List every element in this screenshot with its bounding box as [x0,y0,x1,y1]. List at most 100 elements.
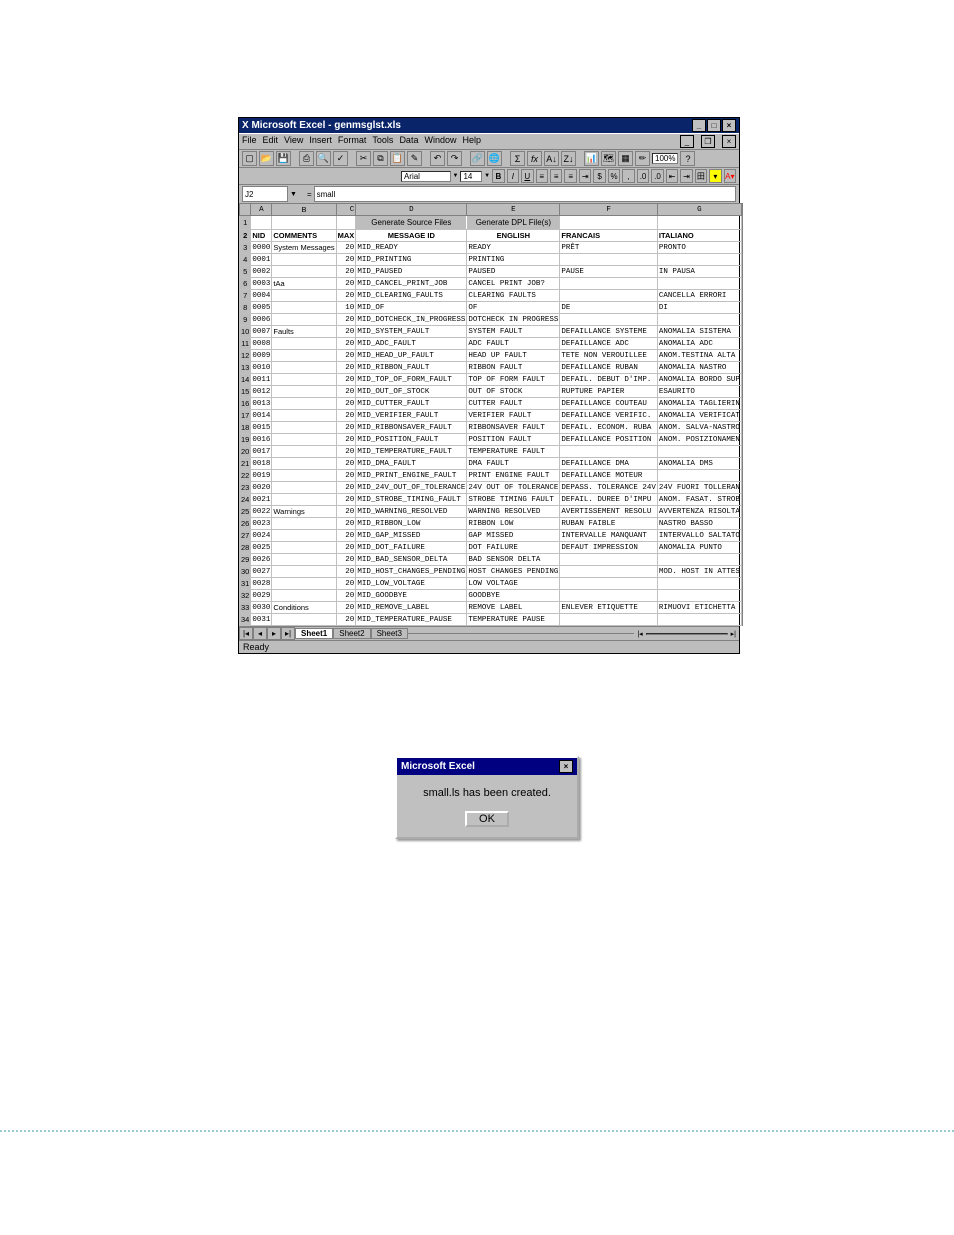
cell[interactable]: MID_TOP_OF_FORM_FAULT [356,374,467,386]
cell[interactable]: RIBBON LOW [467,518,560,530]
doc-restore-icon[interactable]: ❐ [701,135,715,148]
cell[interactable] [272,254,336,266]
generate-source-button[interactable]: Generate Source Files [356,216,467,230]
cell[interactable] [657,446,741,458]
cell[interactable]: 0026 [251,554,272,566]
cell[interactable]: 24V OUT OF TOLERANCE [467,482,560,494]
cell[interactable] [272,470,336,482]
cell[interactable]: ESAURITO [657,386,741,398]
cell[interactable]: RIMUOVI ETICHETTA [657,602,741,614]
cell[interactable]: RUBAN FAIBLE [560,518,658,530]
cell[interactable]: ANOM. FASAT. STROB [657,494,741,506]
align-center-icon[interactable]: ≡ [550,169,562,183]
cell[interactable] [657,578,741,590]
cell[interactable]: BAD SENSOR DELTA [467,554,560,566]
cell[interactable] [272,518,336,530]
cell[interactable]: PAUSED [467,266,560,278]
cell[interactable] [272,494,336,506]
cell[interactable]: TEMPERATURE PAUSE [467,614,560,626]
cell[interactable]: 0027 [251,566,272,578]
redo-icon[interactable]: ↷ [447,151,462,166]
tab-next-icon[interactable]: ▸ [267,627,281,640]
cell[interactable] [560,278,658,290]
hscroll-left-icon[interactable]: |◂ [634,630,645,638]
cell[interactable] [657,470,741,482]
cell[interactable]: 0010 [251,362,272,374]
cell[interactable]: 20 [336,410,356,422]
cell[interactable]: 20 [336,314,356,326]
cell[interactable]: MID_24V_OUT_OF_TOLERANCE [356,482,467,494]
row-header[interactable]: 9 [240,314,251,326]
spreadsheet-grid[interactable]: A B C D E F G 1 Generate Source Files Ge… [239,203,739,626]
cell[interactable]: 20 [336,338,356,350]
cell[interactable]: DEFAUT IMPRESSION [560,542,658,554]
cell[interactable]: 20 [336,554,356,566]
align-right-icon[interactable]: ≡ [564,169,576,183]
cell[interactable]: ENLEVER ETIQUETTE [560,602,658,614]
cell[interactable]: 0020 [251,482,272,494]
cell[interactable]: MID_HOST_CHANGES_PENDING [356,566,467,578]
cell[interactable] [272,614,336,626]
cell[interactable]: MID_DMA_FAULT [356,458,467,470]
sort-asc-icon[interactable]: A↓ [544,151,559,166]
cell[interactable]: 20 [336,386,356,398]
cell[interactable] [560,314,658,326]
cell[interactable]: 20 [336,578,356,590]
cell[interactable]: MID_CUTTER_FAULT [356,398,467,410]
cell[interactable]: AVVERTENZA RISOLTA [657,506,741,518]
doc-close-icon[interactable]: × [722,135,736,148]
cell[interactable]: WARNING RESOLVED [467,506,560,518]
cell[interactable]: 20 [336,374,356,386]
cell[interactable]: OF [467,302,560,314]
row-header[interactable]: 1 [240,216,251,230]
row-header[interactable]: 5 [240,266,251,278]
cell[interactable]: MID_PAUSED [356,266,467,278]
cell[interactable] [272,386,336,398]
cell[interactable] [657,314,741,326]
name-box[interactable] [242,186,288,202]
cell[interactable]: DOTCHECK IN PROGRESS [467,314,560,326]
cell[interactable] [272,350,336,362]
cell[interactable]: 0021 [251,494,272,506]
cell[interactable]: ADC FAULT [467,338,560,350]
cell[interactable]: 0022 [251,506,272,518]
row-header[interactable]: 14 [240,374,251,386]
cell[interactable] [272,458,336,470]
cell[interactable]: OUT OF STOCK [467,386,560,398]
cell[interactable]: ANOMALIA BORDO SUP [657,374,741,386]
row-header[interactable]: 33 [240,602,251,614]
menu-help[interactable]: Help [462,135,481,148]
copy-icon[interactable]: ⧉ [373,151,388,166]
cell[interactable]: MID_DOTCHECK_IN_PROGRESS [356,314,467,326]
cell[interactable]: GAP MISSED [467,530,560,542]
cell[interactable] [272,578,336,590]
cell[interactable]: HEAD UP FAULT [467,350,560,362]
tab-sheet2[interactable]: Sheet2 [333,628,370,639]
row-header[interactable]: 7 [240,290,251,302]
dec-decimal-icon[interactable]: .0 [651,169,663,183]
cell[interactable]: HOST CHANGES PENDING [467,566,560,578]
cell[interactable]: MID_RIBBON_LOW [356,518,467,530]
cell[interactable]: MID_OUT_OF_STOCK [356,386,467,398]
cell[interactable]: 0011 [251,374,272,386]
sort-desc-icon[interactable]: Z↓ [561,151,576,166]
row-header[interactable]: 20 [240,446,251,458]
row-header[interactable]: 23 [240,482,251,494]
cell[interactable]: DEFAILLANCE DMA [560,458,658,470]
cell[interactable]: 20 [336,518,356,530]
cell[interactable]: DEFAIL. ECONOM. RUBA [560,422,658,434]
row-header[interactable]: 13 [240,362,251,374]
cell[interactable]: 0003 [251,278,272,290]
cell[interactable]: PRINTING [467,254,560,266]
cell[interactable] [560,290,658,302]
cell[interactable]: 0006 [251,314,272,326]
cell[interactable] [657,590,741,602]
cell[interactable]: REMOVE LABEL [467,602,560,614]
cell[interactable]: 0028 [251,578,272,590]
cell[interactable]: MID_RIBBON_FAULT [356,362,467,374]
cell[interactable]: TETE NON VEROUILLEE [560,350,658,362]
cell[interactable] [272,410,336,422]
cell[interactable]: 20 [336,542,356,554]
cell[interactable]: DMA FAULT [467,458,560,470]
cell[interactable]: LOW VOLTAGE [467,578,560,590]
